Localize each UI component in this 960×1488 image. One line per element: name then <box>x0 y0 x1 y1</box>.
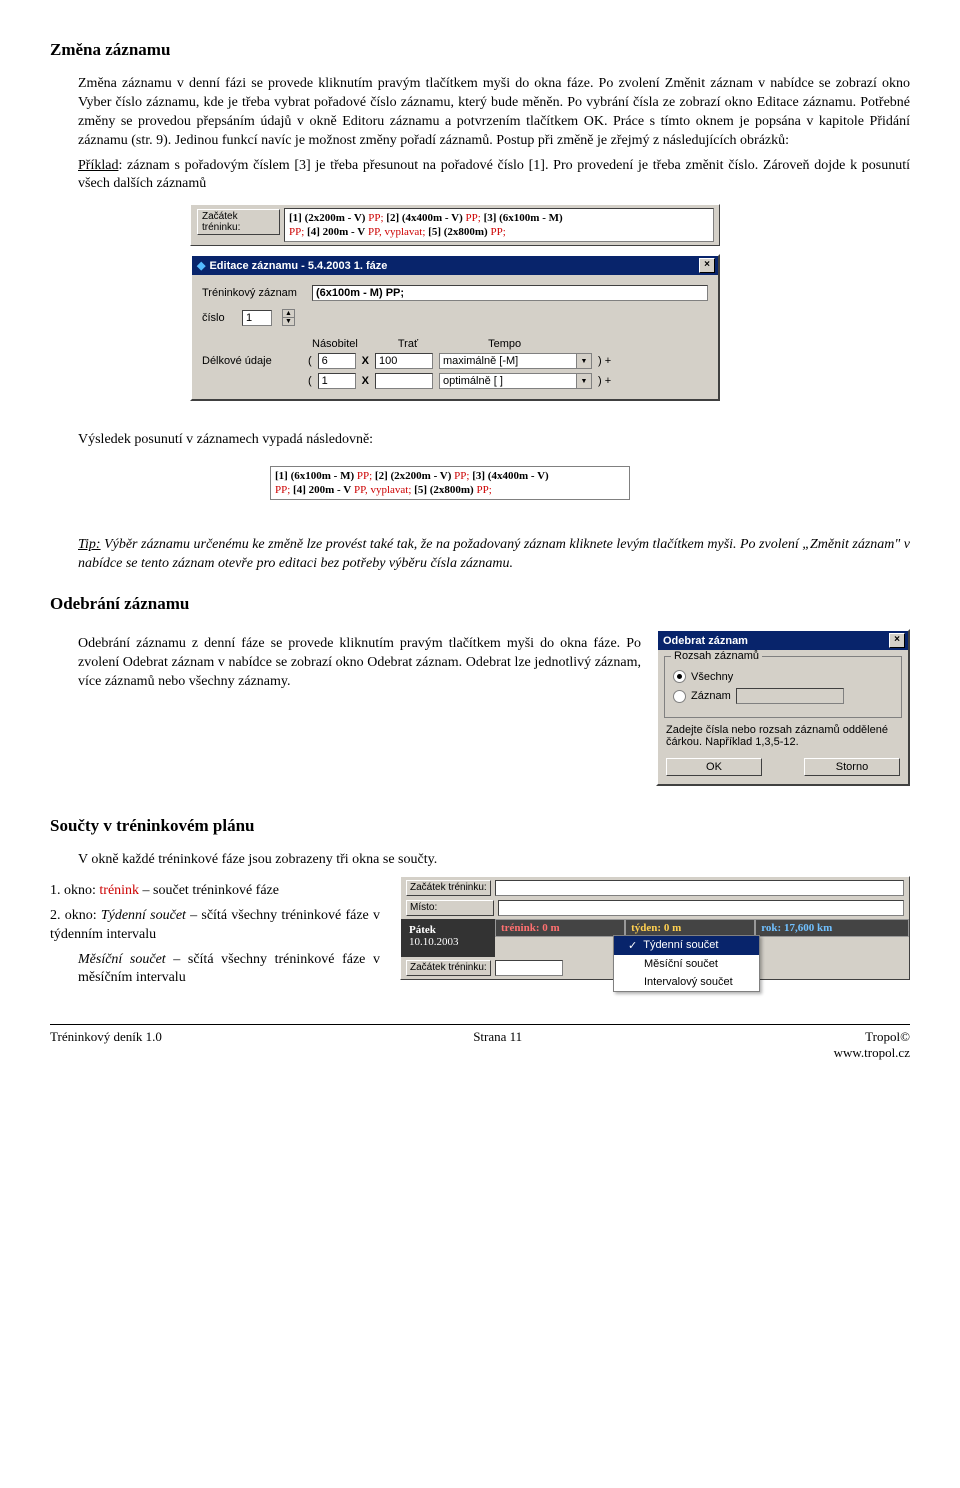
soucty-panel: Začátek tréninku: Místo: Pátek 10.10.200… <box>400 876 910 980</box>
spin-up-icon[interactable]: ▲ <box>283 310 294 318</box>
check-icon: ✓ <box>628 939 637 952</box>
para-soucty: V okně každé tréninkové fáze jsou zobraz… <box>78 851 910 870</box>
cell-rok: rok: 17,600 km <box>755 919 909 937</box>
heading-soucty: Součty v tréninkovém plánu <box>50 816 910 836</box>
spin-down-icon[interactable]: ▼ <box>283 318 294 325</box>
groupbox-rozsah: Rozsah záznamů Všechny Záznam <box>664 656 902 718</box>
footer-left: Tréninkový deník 1.0 <box>50 1029 162 1061</box>
radio-icon <box>673 690 686 703</box>
dropdown-tempo-1[interactable]: maximálně [-M] <box>439 353 592 369</box>
zacatek-button[interactable]: Začátek tréninku: <box>197 209 280 235</box>
cell-trenink: trénink: 0 m <box>495 919 625 937</box>
editor-titlebar: ◆ Editace záznamu - 5.4.2003 1. fáze × <box>192 256 718 275</box>
field-mult-1[interactable]: 6 <box>318 353 356 369</box>
close-icon[interactable]: × <box>889 633 905 648</box>
close-icon[interactable]: × <box>699 258 715 273</box>
priklad-label: Příklad <box>78 158 118 173</box>
radio-zaznam[interactable]: Záznam <box>673 688 893 704</box>
para-priklad: Příklad: záznam s pořadovým číslem [3] j… <box>78 157 910 195</box>
label-trenzaznam: Tréninkový záznam <box>202 287 302 299</box>
para-zmena: Změna záznamu v denní fázi se provede kl… <box>78 75 910 151</box>
zacatek-button-2[interactable]: Začátek tréninku: <box>406 960 491 976</box>
field-zaznam-range[interactable] <box>736 688 844 704</box>
zacatek-button[interactable]: Začátek tréninku: <box>406 880 491 896</box>
context-menu: ✓Týdenní součet Měsíční součet Intervalo… <box>613 935 760 992</box>
menu-intervalovy[interactable]: Intervalový součet <box>614 973 759 991</box>
app-icon: ◆ <box>197 259 205 272</box>
menu-tydenni[interactable]: ✓Týdenní součet <box>614 936 759 955</box>
item-okno3: Měsíční součet – sčítá všechny tréninkov… <box>78 951 380 989</box>
plan-bar: Začátek tréninku: [1] (2x200m - V) PP; [… <box>190 204 720 246</box>
remove-dialog: Odebrat záznam × Rozsah záznamů Všechny … <box>656 629 910 786</box>
field-trenzaznam[interactable]: (6x100m - M) PP; <box>312 285 708 301</box>
heading-odebrani: Odebrání záznamu <box>50 594 910 614</box>
radio-vsechny[interactable]: Všechny <box>673 670 893 683</box>
footer-right1: Tropol© <box>865 1029 910 1044</box>
footer-right2: www.tropol.cz <box>834 1045 910 1060</box>
hint-text: Zadejte čísla nebo rozsah záznamů odděle… <box>658 724 908 754</box>
dropdown-tempo-2[interactable]: optimálně [ ] <box>439 373 592 389</box>
label-cislo: číslo <box>202 312 232 324</box>
field-cislo[interactable]: 1 <box>242 310 272 326</box>
radio-icon <box>673 670 686 683</box>
heading-zmena-zaznamu: Změna záznamu <box>50 40 910 60</box>
editor-window: ◆ Editace záznamu - 5.4.2003 1. fáze × T… <box>190 254 720 401</box>
item-okno1: 1. okno: trénink – součet tréninkové fáz… <box>50 882 380 901</box>
para-vysledek: Výsledek posunutí v záznamech vypadá nás… <box>78 431 910 450</box>
col-tempo: Tempo <box>488 338 521 350</box>
para-tip: Tip: Výběr záznamu určenému ke změně lze… <box>78 536 910 574</box>
col-trat: Trať <box>398 338 418 350</box>
col-nasobitel: Násobitel <box>312 338 358 350</box>
ok-button[interactable]: OK <box>666 758 762 776</box>
item-okno2: 2. okno: Týdenní součet – sčítá všechny … <box>50 907 380 945</box>
menu-mesicni[interactable]: Měsíční součet <box>614 955 759 973</box>
storno-button[interactable]: Storno <box>804 758 900 776</box>
para-odebrani: Odebrání záznamu z denní fáze se provede… <box>78 635 641 692</box>
result-box: [1] (6x100m - M) PP; [2] (2x200m - V) PP… <box>270 466 630 500</box>
field-mult-2[interactable]: 1 <box>318 373 356 389</box>
page-footer: Tréninkový deník 1.0 Strana 11 Tropol© w… <box>50 1024 910 1061</box>
remove-titlebar: Odebrat záznam × <box>658 631 908 650</box>
date-cell: Pátek 10.10.2003 <box>401 919 495 957</box>
misto-button[interactable]: Místo: <box>406 900 494 916</box>
footer-center: Strana 11 <box>473 1029 522 1061</box>
field-trat-1[interactable]: 100 <box>375 353 433 369</box>
label-delkove: Délkové údaje <box>202 355 302 367</box>
